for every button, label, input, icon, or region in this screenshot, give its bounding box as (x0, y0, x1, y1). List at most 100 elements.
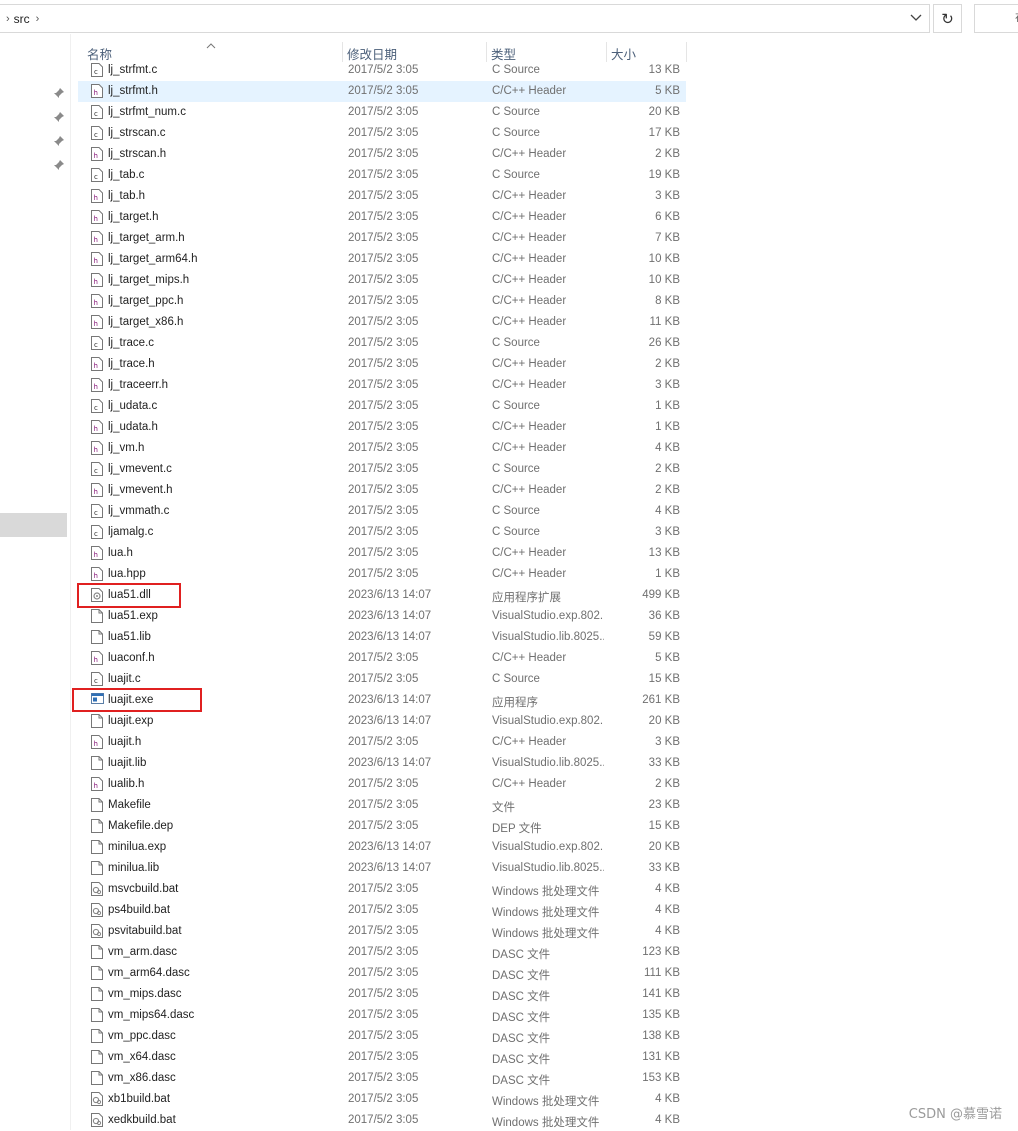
c-file-icon: c (91, 336, 103, 350)
file-row[interactable]: h lj_udata.h 2017/5/2 3:05 C/C++ Header 1 KB (78, 417, 686, 438)
file-row[interactable]: minilua.lib 2023/6/13 14:07 VisualStudio.l… (78, 858, 686, 879)
file-row[interactable]: c lj_strscan.c 2017/5/2 3:05 C Source 17 KB (78, 123, 686, 144)
file-row[interactable]: c lj_udata.c 2017/5/2 3:05 C Source 1 KB (78, 396, 686, 417)
file-row[interactable]: luajit.exp 2023/6/13 14:07 VisualStudio.ex… (78, 711, 686, 732)
file-size: 11 KB (649, 316, 680, 328)
file-name: vm_x86.dasc (108, 1072, 176, 1084)
file-row[interactable]: msvcbuild.bat 2017/5/2 3:05 Windows 批处理文件 4… (78, 879, 686, 900)
file-row[interactable]: xb1build.bat 2017/5/2 3:05 Windows 批处理文件 4 … (78, 1089, 686, 1110)
file-row[interactable]: h lj_tab.h 2017/5/2 3:05 C/C++ Header 3 KB (78, 186, 686, 207)
file-size: 3 KB (655, 379, 680, 391)
h-file-icon: h (91, 735, 103, 749)
file-name: luaconf.h (108, 652, 155, 664)
file-date: 2017/5/2 3:05 (348, 211, 419, 223)
pin-icon[interactable] (53, 111, 65, 123)
file-name: lj_strfmt_num.c (108, 106, 186, 118)
file-row[interactable]: h lj_target.h 2017/5/2 3:05 C/C++ Header 6 K… (78, 207, 686, 228)
refresh-button[interactable]: ↻ (933, 4, 962, 33)
file-date: 2017/5/2 3:05 (348, 1114, 419, 1126)
chevron-down-icon[interactable] (909, 11, 923, 25)
file-row[interactable]: h lua.hpp 2017/5/2 3:05 C/C++ Header 1 KB (78, 564, 686, 585)
file-row[interactable]: vm_mips.dasc 2017/5/2 3:05 DASC 文件 141 KB (78, 984, 686, 1005)
blank-file-icon (91, 1029, 103, 1043)
file-row[interactable]: c lj_tab.c 2017/5/2 3:05 C Source 19 KB (78, 165, 686, 186)
file-row[interactable]: h lj_target_arm.h 2017/5/2 3:05 C/C++ Heade… (78, 228, 686, 249)
file-row[interactable]: minilua.exp 2023/6/13 14:07 VisualStudio.e… (78, 837, 686, 858)
chevron-right-icon[interactable]: › (36, 13, 40, 25)
column-divider[interactable] (686, 42, 687, 62)
file-row[interactable]: vm_mips64.dasc 2017/5/2 3:05 DASC 文件 135 KB (78, 1005, 686, 1026)
file-row[interactable]: h lj_target_arm64.h 2017/5/2 3:05 C/C++ Hea… (78, 249, 686, 270)
file-row[interactable]: ps4build.bat 2017/5/2 3:05 Windows 批处理文件 4 … (78, 900, 686, 921)
file-row[interactable]: lua51.exp 2023/6/13 14:07 VisualStudio.exp… (78, 606, 686, 627)
column-divider[interactable] (342, 42, 343, 62)
file-date: 2017/5/2 3:05 (348, 442, 419, 454)
svg-text:c: c (94, 404, 98, 412)
file-type: VisualStudio.exp.802... (492, 715, 604, 727)
file-row[interactable]: h lualib.h 2017/5/2 3:05 C/C++ Header 2 KB (78, 774, 686, 795)
file-row[interactable]: h lj_vmevent.h 2017/5/2 3:05 C/C++ Header 2 … (78, 480, 686, 501)
file-date: 2017/5/2 3:05 (348, 337, 419, 349)
file-row[interactable]: h lj_target_ppc.h 2017/5/2 3:05 C/C++ Heade… (78, 291, 686, 312)
address-bar[interactable]: › src › (0, 4, 930, 33)
column-divider[interactable] (486, 42, 487, 62)
file-size: 15 KB (648, 673, 680, 685)
svg-text:h: h (94, 320, 98, 328)
file-row[interactable]: c ljamalg.c 2017/5/2 3:05 C Source 3 KB (78, 522, 686, 543)
h-file-icon: h (91, 294, 103, 308)
file-type: C/C++ Header (492, 232, 567, 244)
navigation-pane (0, 34, 70, 1130)
file-row[interactable]: h lj_trace.h 2017/5/2 3:05 C/C++ Header 2 KB (78, 354, 686, 375)
file-row[interactable]: c lj_strfmt.c 2017/5/2 3:05 C Source 13 KB (78, 60, 686, 81)
file-row[interactable]: c lj_vmmath.c 2017/5/2 3:05 C Source 4 KB (78, 501, 686, 522)
c-file-icon: c (91, 672, 103, 686)
file-row[interactable]: h luaconf.h 2017/5/2 3:05 C/C++ Header 5 KB (78, 648, 686, 669)
file-row[interactable]: h luajit.h 2017/5/2 3:05 C/C++ Header 3 KB (78, 732, 686, 753)
file-row[interactable]: luajit.lib 2023/6/13 14:07 VisualStudio.li… (78, 753, 686, 774)
column-divider[interactable] (606, 42, 607, 62)
nav-selected-item[interactable] (0, 513, 67, 537)
file-date: 2017/5/2 3:05 (348, 358, 419, 370)
file-date: 2017/5/2 3:05 (348, 988, 419, 1000)
pin-icon[interactable] (53, 159, 65, 171)
file-name: luajit.exp (108, 715, 154, 727)
file-date: 2017/5/2 3:05 (348, 1051, 419, 1063)
file-date: 2017/5/2 3:05 (348, 820, 419, 832)
file-row[interactable]: h lj_target_mips.h 2017/5/2 3:05 C/C++ Head… (78, 270, 686, 291)
file-size: 1 KB (655, 568, 680, 580)
file-row[interactable]: h lj_target_x86.h 2017/5/2 3:05 C/C++ Heade… (78, 312, 686, 333)
file-size: 3 KB (655, 190, 680, 202)
chevron-right-icon: › (6, 12, 10, 25)
annotation-box-luajit-exe (72, 688, 202, 712)
file-size: 36 KB (648, 610, 680, 622)
file-row[interactable]: vm_arm64.dasc 2017/5/2 3:05 DASC 文件 111 KB (78, 963, 686, 984)
file-row[interactable]: xedkbuild.bat 2017/5/2 3:05 Windows 批处理文件 4… (78, 1110, 686, 1131)
file-row[interactable]: lua51.lib 2023/6/13 14:07 VisualStudio.lib… (78, 627, 686, 648)
file-row[interactable]: c lj_strfmt_num.c 2017/5/2 3:05 C Source 20 … (78, 102, 686, 123)
file-row[interactable]: psvitabuild.bat 2017/5/2 3:05 Windows 批处理文… (78, 921, 686, 942)
file-size: 6 KB (655, 211, 680, 223)
file-row[interactable]: c lj_vmevent.c 2017/5/2 3:05 C Source 2 KB (78, 459, 686, 480)
file-row[interactable]: h lj_strscan.h 2017/5/2 3:05 C/C++ Header 2 … (78, 144, 686, 165)
file-row[interactable]: c luajit.c 2017/5/2 3:05 C Source 15 KB (78, 669, 686, 690)
pin-icon[interactable] (53, 135, 65, 147)
file-row[interactable]: vm_x64.dasc 2017/5/2 3:05 DASC 文件 131 KB (78, 1047, 686, 1068)
file-row[interactable]: h lua.h 2017/5/2 3:05 C/C++ Header 13 KB (78, 543, 686, 564)
file-row[interactable]: vm_ppc.dasc 2017/5/2 3:05 DASC 文件 138 KB (78, 1026, 686, 1047)
blank-file-icon (91, 609, 103, 623)
file-row[interactable]: h lj_vm.h 2017/5/2 3:05 C/C++ Header 4 KB (78, 438, 686, 459)
breadcrumb-src[interactable]: src (14, 12, 30, 26)
file-row[interactable]: h lj_strfmt.h 2017/5/2 3:05 C/C++ Header 5 K… (78, 81, 686, 102)
search-input[interactable]: 在 (974, 4, 1018, 33)
file-name: lj_target_ppc.h (108, 295, 184, 307)
pin-icon[interactable] (53, 87, 65, 99)
file-row[interactable]: h lj_traceerr.h 2017/5/2 3:05 C/C++ Header 3… (78, 375, 686, 396)
file-row[interactable]: Makefile.dep 2017/5/2 3:05 DEP 文件 15 KB (78, 816, 686, 837)
file-type: C/C++ Header (492, 568, 567, 580)
file-row[interactable]: c lj_trace.c 2017/5/2 3:05 C Source 26 KB (78, 333, 686, 354)
file-row[interactable]: Makefile 2017/5/2 3:05 文件 23 KB (78, 795, 686, 816)
file-size: 499 KB (642, 589, 680, 601)
file-row[interactable]: vm_arm.dasc 2017/5/2 3:05 DASC 文件 123 KB (78, 942, 686, 963)
file-size: 2 KB (655, 484, 680, 496)
file-row[interactable]: vm_x86.dasc 2017/5/2 3:05 DASC 文件 153 KB (78, 1068, 686, 1089)
